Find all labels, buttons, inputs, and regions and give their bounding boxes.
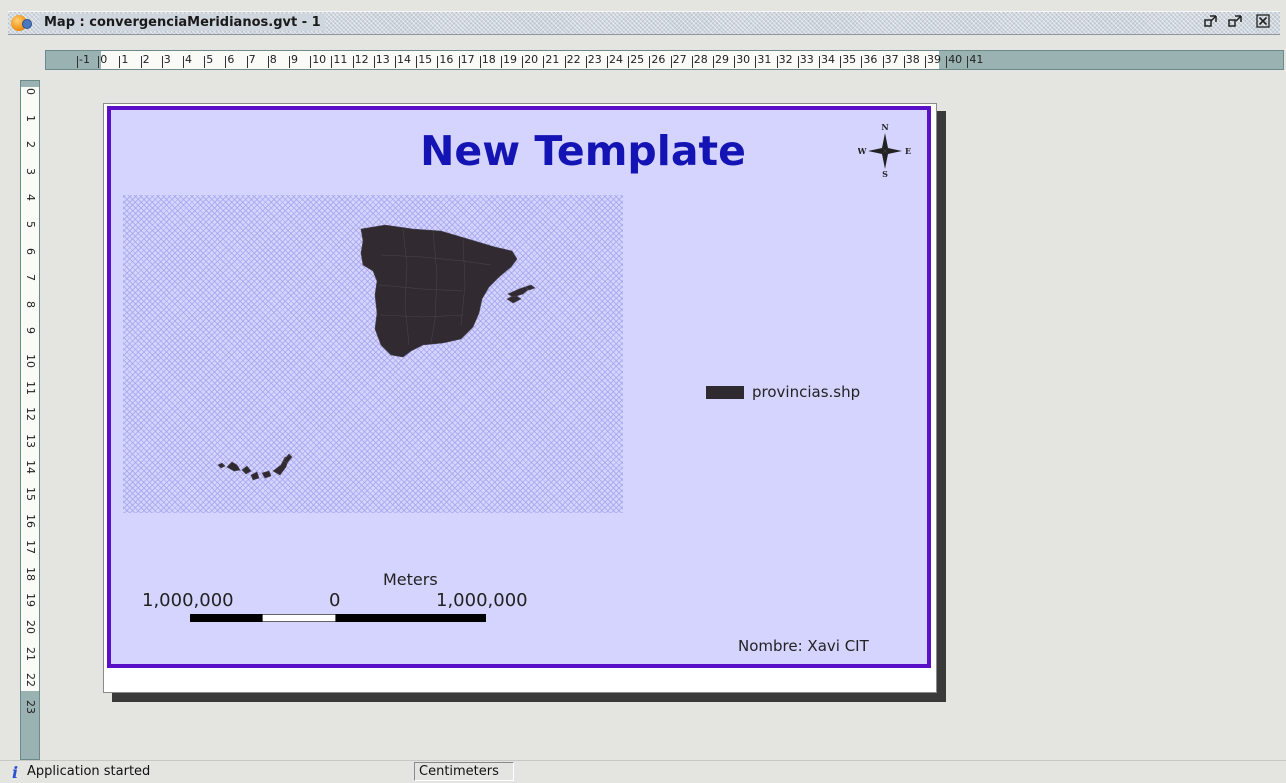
scale-units: Meters (383, 570, 438, 589)
ruler-tick-label: 33 (797, 51, 814, 69)
ruler-tick-label: 38 (903, 51, 920, 69)
ruler-tick-label: 11 (24, 380, 37, 395)
ruler-tick-label: 23 (585, 51, 602, 69)
ruler-tick-label: 21 (24, 646, 37, 661)
status-bar: i Application started Centimeters (0, 760, 1286, 783)
ruler-tick-label: 4 (183, 51, 192, 69)
legend-swatch (706, 386, 744, 399)
ruler-tick-label: 12 (24, 407, 37, 422)
ruler-tick-label: 24 (607, 51, 623, 69)
ruler-tick-label: 9 (24, 327, 37, 335)
east-label: E (905, 146, 911, 156)
legend-label[interactable]: provincias.shp (752, 383, 860, 401)
ruler-tick-label: 37 (882, 51, 899, 69)
north-label: N (881, 122, 888, 132)
ruler-margin (46, 51, 101, 69)
vertical-ruler: 0 1 2 3 4 5 6 7 8 9 10 11 12 13 14 15 16 17 18 19 20 21 22 23 (20, 80, 40, 760)
south-label: S (882, 169, 888, 178)
ruler-tick-label: 25 (628, 51, 644, 69)
ruler-tick-label: 15 (24, 487, 37, 501)
ruler-tick-label: 2 (140, 51, 150, 69)
north-arrow[interactable]: N S W E (857, 122, 912, 179)
ruler-tick-label: 9 (289, 51, 298, 69)
ruler-tick-label: 23 (24, 699, 37, 714)
info-icon: i (12, 763, 19, 782)
ruler-tick-label: 1 (24, 114, 37, 122)
ruler-margin (21, 81, 39, 87)
ruler-tick-label: 0 (24, 88, 37, 95)
ruler-tick-label: 13 (24, 433, 37, 448)
ruler-tick-label: 20 (522, 51, 538, 69)
ruler-tick-label: 7 (246, 51, 256, 69)
ruler-tick-label: 6 (225, 51, 234, 69)
window-titlebar[interactable]: Map : convergenciaMeridianos.gvt - 1 (8, 11, 1280, 35)
ruler-tick-label: 17 (458, 51, 475, 69)
ruler-tick-label: 5 (204, 51, 213, 69)
ruler-tick-label: 8 (267, 51, 277, 69)
ruler-tick-label: 0 (98, 51, 107, 69)
ruler-tick-label: 5 (24, 221, 37, 228)
ruler-tick-label: 28 (691, 51, 708, 69)
ruler-tick-label: 27 (670, 51, 687, 69)
ruler-tick-label: 8 (24, 300, 37, 308)
ruler-tick-label: 6 (24, 247, 37, 255)
ruler-tick-label: 20 (24, 620, 37, 634)
ruler-tick-label: 22 (24, 673, 37, 688)
ruler-tick-label: 10 (24, 354, 37, 368)
window-title: Map : convergenciaMeridianos.gvt - 1 (40, 14, 325, 31)
status-message: Application started (27, 764, 151, 779)
ruler-tick-label: 41 (967, 51, 983, 69)
ruler-tick-label: 14 (395, 51, 411, 69)
west-label: W (858, 146, 868, 156)
ruler-tick-label: 10 (310, 51, 326, 69)
horizontal-ruler: -1 0 1 2 3 4 5 6 7 8 9 10 11 12 13 14 15 16 17 18 19 20 21 22 23… (45, 50, 1284, 70)
ruler-tick-label: 39 (925, 51, 941, 69)
ruler-tick-label: 16 (24, 513, 37, 528)
ruler-tick-label: 7 (24, 274, 37, 282)
ruler-tick-label: 14 (24, 460, 37, 475)
ruler-tick-label: 4 (24, 194, 37, 202)
ruler-tick-label: 16 (437, 51, 453, 69)
restore-icon[interactable] (1203, 14, 1219, 30)
ruler-tick-label: 15 (416, 51, 432, 69)
ruler-tick-label: 19 (24, 593, 37, 608)
ruler-tick-label: 32 (776, 51, 793, 69)
layout-title[interactable]: New Template (0, 127, 1226, 175)
minimize-icon[interactable] (1227, 14, 1243, 30)
ruler-tick-label: 35 (840, 51, 856, 69)
spain-provinces-map (217, 224, 536, 481)
ruler-tick-label: 3 (161, 51, 171, 69)
ruler-tick-label: 18 (479, 51, 496, 69)
ruler-tick-label: 29 (713, 51, 729, 69)
close-icon[interactable] (1255, 14, 1271, 30)
map-view[interactable] (123, 195, 623, 513)
ruler-tick-label: 12 (352, 51, 369, 69)
ruler-tick-label: 30 (734, 51, 750, 69)
ruler-tick-label: 18 (24, 566, 37, 581)
ruler-tick-label: 13 (373, 51, 390, 69)
ruler-tick-label: 34 (819, 51, 835, 69)
ruler-tick-label: 21 (543, 51, 559, 69)
ruler-tick-label: 40 (946, 51, 962, 69)
ruler-margin (939, 51, 1283, 69)
ruler-tick-label: 19 (501, 51, 517, 69)
ruler-tick-label: 36 (861, 51, 877, 69)
ruler-tick-label: -1 (77, 51, 90, 69)
ruler-tick-label: 11 (331, 51, 347, 69)
ruler-tick-label: 17 (24, 540, 37, 555)
scale-bar[interactable] (190, 607, 486, 623)
app-icon (11, 15, 32, 31)
ruler-tick-label: 22 (564, 51, 581, 69)
ruler-tick-label: 1 (119, 51, 128, 69)
ruler-tick-label: 31 (755, 51, 771, 69)
author-text[interactable]: Nombre: Xavi CIT (738, 637, 869, 655)
units-field[interactable]: Centimeters (414, 762, 514, 781)
ruler-tick-label: 26 (649, 51, 665, 69)
